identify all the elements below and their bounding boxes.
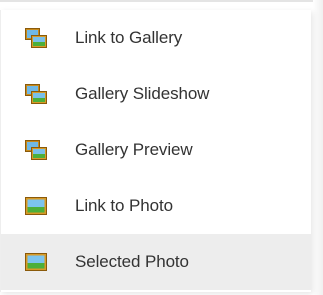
menu-item-label: Selected Photo [75, 252, 189, 271]
menu-item-selected-photo[interactable]: Selected Photo [1, 234, 311, 290]
photo-icon [25, 253, 47, 271]
window-right-edge [313, 0, 323, 295]
window-top-edge [0, 0, 323, 2]
menu-item-label: Link to Photo [75, 196, 173, 215]
menu-item-label: Gallery Preview [75, 140, 193, 159]
menu-item-gallery-preview[interactable]: Gallery Preview [1, 122, 311, 178]
gallery-icon [25, 140, 47, 160]
menu-item-label: Link to Gallery [75, 28, 183, 47]
menu-item-gallery-slideshow[interactable]: Gallery Slideshow [1, 66, 311, 122]
menu-item-link-to-gallery[interactable]: Link to Gallery [1, 10, 311, 66]
photo-icon [25, 197, 47, 215]
gallery-icon [25, 84, 47, 104]
menu-item-label: Gallery Slideshow [75, 84, 210, 103]
insert-link-menu: Link to Gallery Gallery Slideshow Galler… [0, 10, 311, 292]
menu-item-link-to-photo[interactable]: Link to Photo [1, 178, 311, 234]
gallery-icon [25, 28, 47, 48]
